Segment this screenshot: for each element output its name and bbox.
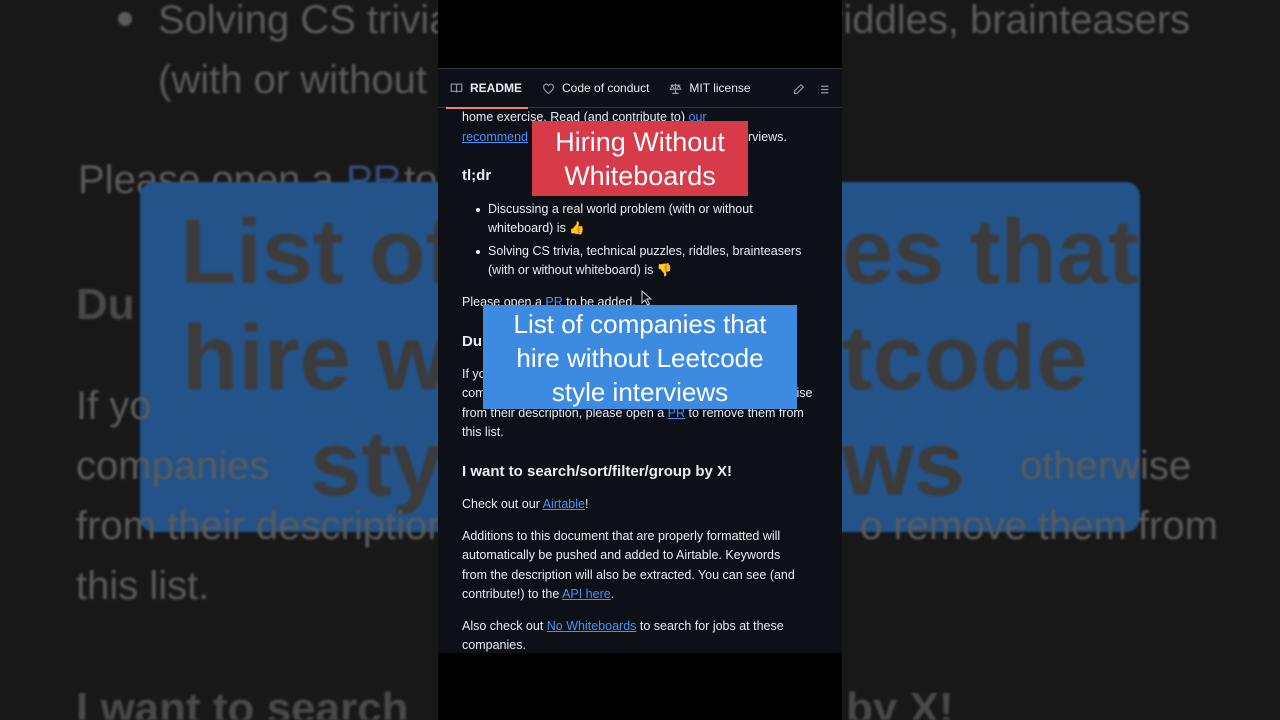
duplicates-heading: Du	[462, 333, 482, 350]
additions-line-3: from the description will also be extrac…	[462, 568, 795, 582]
additions-line-4: contribute!) to the API here.	[462, 585, 614, 605]
additions-line-2: automatically be pushed and added to Air…	[462, 548, 781, 562]
check-out-airtable: Check out our Airtable!	[462, 495, 588, 515]
also-check-out-tail: to search for jobs at these	[636, 619, 784, 633]
also-check-out-text: Also check out	[462, 619, 547, 633]
recommendations-link-2[interactable]: recommend	[462, 130, 528, 144]
bullet-1-line-2: whiteboard) is 👍	[488, 221, 585, 235]
tab-readme[interactable]: README	[445, 68, 529, 109]
letterbox-top	[438, 0, 842, 68]
title-caption-line-1: Hiring Without	[555, 127, 725, 157]
bullet-dot-1	[476, 208, 480, 212]
title-caption-red: Hiring Without Whiteboards	[532, 121, 748, 196]
bullet-dot-2	[476, 250, 480, 254]
letterbox-bottom	[438, 653, 842, 720]
subtitle-caption-line-3: style interviews	[551, 377, 729, 407]
subtitle-caption-line-2: hire without Leetcode	[516, 343, 764, 373]
bullet-1-line-1: Discussing a real world problem (with or…	[488, 202, 753, 216]
intro-line-2: recommend	[462, 128, 528, 148]
no-whiteboards-link[interactable]: No Whiteboards	[547, 619, 637, 633]
subtitle-caption-blue: List of companies that hire without Leet…	[483, 305, 797, 409]
law-icon	[669, 83, 683, 94]
mouse-cursor-icon	[641, 290, 653, 306]
subtitle-caption-line-1: List of companies that	[513, 309, 767, 339]
readme-tab-bar: README Code of conduct MIT license	[438, 68, 842, 109]
intro-line-2-tail: rviews.	[748, 130, 787, 144]
book-icon	[450, 82, 463, 93]
api-here-link[interactable]: API here	[562, 587, 611, 601]
check-out-tail: !	[585, 497, 589, 511]
check-out-text: Check out our	[462, 497, 543, 511]
tab-license[interactable]: MIT license	[669, 68, 751, 108]
additions-line-4-text: contribute!) to the	[462, 587, 563, 601]
readme-actions	[786, 69, 836, 109]
also-check-out: Also check out No Whiteboards to search …	[462, 617, 784, 637]
airtable-link[interactable]: Airtable	[543, 497, 585, 511]
tab-readme-label: README	[470, 81, 523, 95]
bullet-2-line-2: (with or without whiteboard) is 👎	[488, 263, 673, 277]
pencil-icon[interactable]	[792, 83, 805, 96]
heart-icon	[543, 83, 554, 94]
tldr-heading: tl;dr	[462, 167, 492, 184]
tab-license-label: MIT license	[689, 81, 751, 95]
tab-code-of-conduct[interactable]: Code of conduct	[542, 68, 649, 108]
additions-line-4-tail: .	[610, 587, 615, 601]
search-heading: I want to search/sort/filter/group by X!	[462, 463, 733, 480]
list-outline-icon[interactable]	[817, 83, 830, 96]
additions-line-1: Additions to this document that are prop…	[462, 529, 781, 543]
bullet-2-line-1: Solving CS trivia, technical puzzles, ri…	[488, 244, 802, 258]
tab-code-of-conduct-label: Code of conduct	[562, 81, 650, 95]
this-list-line: this list.	[462, 425, 504, 439]
title-caption-line-2: Whiteboards	[564, 161, 716, 191]
